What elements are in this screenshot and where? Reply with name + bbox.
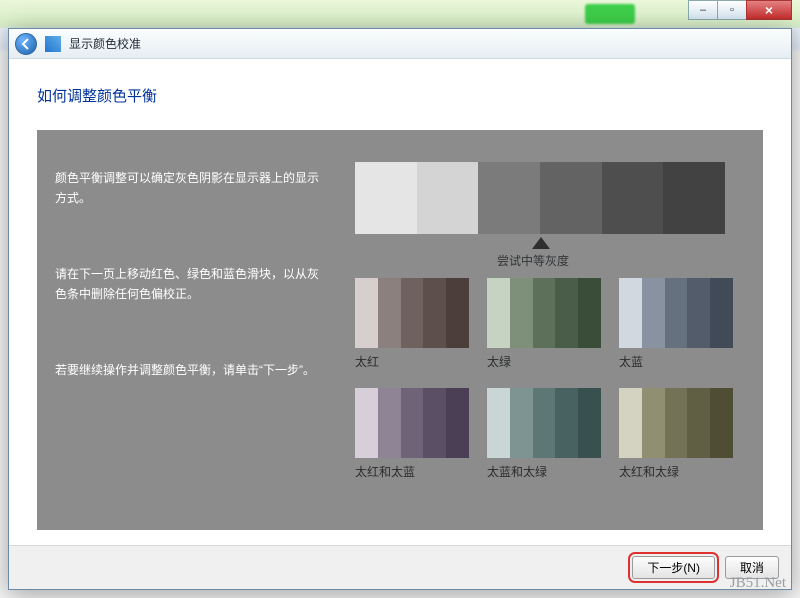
swatch-label: 太蓝 [619,353,733,370]
swatch: 太蓝 [619,278,733,370]
swatch: 太绿 [487,278,601,370]
swatch-step [555,278,578,348]
dialog-body: 如何调整颜色平衡 颜色平衡调整可以确定灰色阴影在显示器上的显示方式。 请在下一页… [9,59,791,545]
gray-pointer-icon [532,237,550,249]
dialog-title: 显示颜色校准 [69,35,141,52]
swatch-step [510,278,533,348]
page-title: 如何调整颜色平衡 [37,85,763,106]
gray-step [663,162,725,234]
swatch-step [446,388,469,458]
color-calibration-dialog: 显示颜色校准 如何调整颜色平衡 颜色平衡调整可以确定灰色阴影在显示器上的显示方式… [8,28,792,590]
swatch-step [619,388,642,458]
swatch-step [665,388,688,458]
swatch-step [710,278,733,348]
description-2: 请在下一页上移动红色、绿色和蓝色滑块，以从灰色条中删除任何色偏校正。 [55,264,325,305]
swatch-step [687,278,710,348]
swatch-label: 太红 [355,353,469,370]
gray-step [355,162,417,234]
swatch-step [533,278,556,348]
swatch-step [487,388,510,458]
swatch-label: 太绿 [487,353,601,370]
swatch-step [710,388,733,458]
description-1: 颜色平衡调整可以确定灰色阴影在显示器上的显示方式。 [55,168,325,209]
next-button[interactable]: 下一步(N) [632,556,715,579]
gray-pointer-label: 尝试中等灰度 [497,252,569,269]
swatch-step [665,278,688,348]
swatch-label: 太蓝和太绿 [487,463,601,480]
swatch-step [423,388,446,458]
swatch-step [355,388,378,458]
gray-step [602,162,664,234]
swatch-step [555,388,578,458]
swatch: 太红和太蓝 [355,388,469,480]
swatch: 太红 [355,278,469,370]
swatch-step [401,388,424,458]
content-panel: 颜色平衡调整可以确定灰色阴影在显示器上的显示方式。 请在下一页上移动红色、绿色和… [37,130,763,530]
swatch-step [378,278,401,348]
close-button[interactable]: × [746,0,792,20]
swatch: 太红和太绿 [619,388,733,480]
gray-step [478,162,540,234]
swatch-step [642,388,665,458]
swatch-step [378,388,401,458]
swatch-step [619,278,642,348]
minimize-button[interactable]: – [688,0,718,20]
browser-window-controls: – ▫ × [688,0,792,20]
swatch-step [401,278,424,348]
watermark: JB51.Net [730,575,786,592]
swatch-step [510,388,533,458]
swatch-label: 太红和太蓝 [355,463,469,480]
swatch-step [687,388,710,458]
color-cast-swatches: 太红 太绿 太蓝 太红和太蓝 太蓝和太绿 太红和太绿 [355,278,735,480]
swatch-step [355,278,378,348]
app-icon [45,36,61,52]
swatch-step [533,388,556,458]
dialog-footer: 下一步(N) 取消 [9,545,791,589]
gray-step [540,162,602,234]
swatch-step [423,278,446,348]
maximize-button[interactable]: ▫ [717,0,747,20]
swatch-label: 太红和太绿 [619,463,733,480]
swatch-step [642,278,665,348]
swatch-step [578,278,601,348]
swatch-step [487,278,510,348]
swatch-step [578,388,601,458]
swatch-step [446,278,469,348]
swatch: 太蓝和太绿 [487,388,601,480]
gray-step [417,162,479,234]
neutral-gray-gradient [355,162,725,234]
description-3: 若要继续操作并调整颜色平衡，请单击“下一步”。 [55,360,325,380]
dialog-titlebar: 显示颜色校准 [9,29,791,59]
back-button[interactable] [15,33,37,55]
